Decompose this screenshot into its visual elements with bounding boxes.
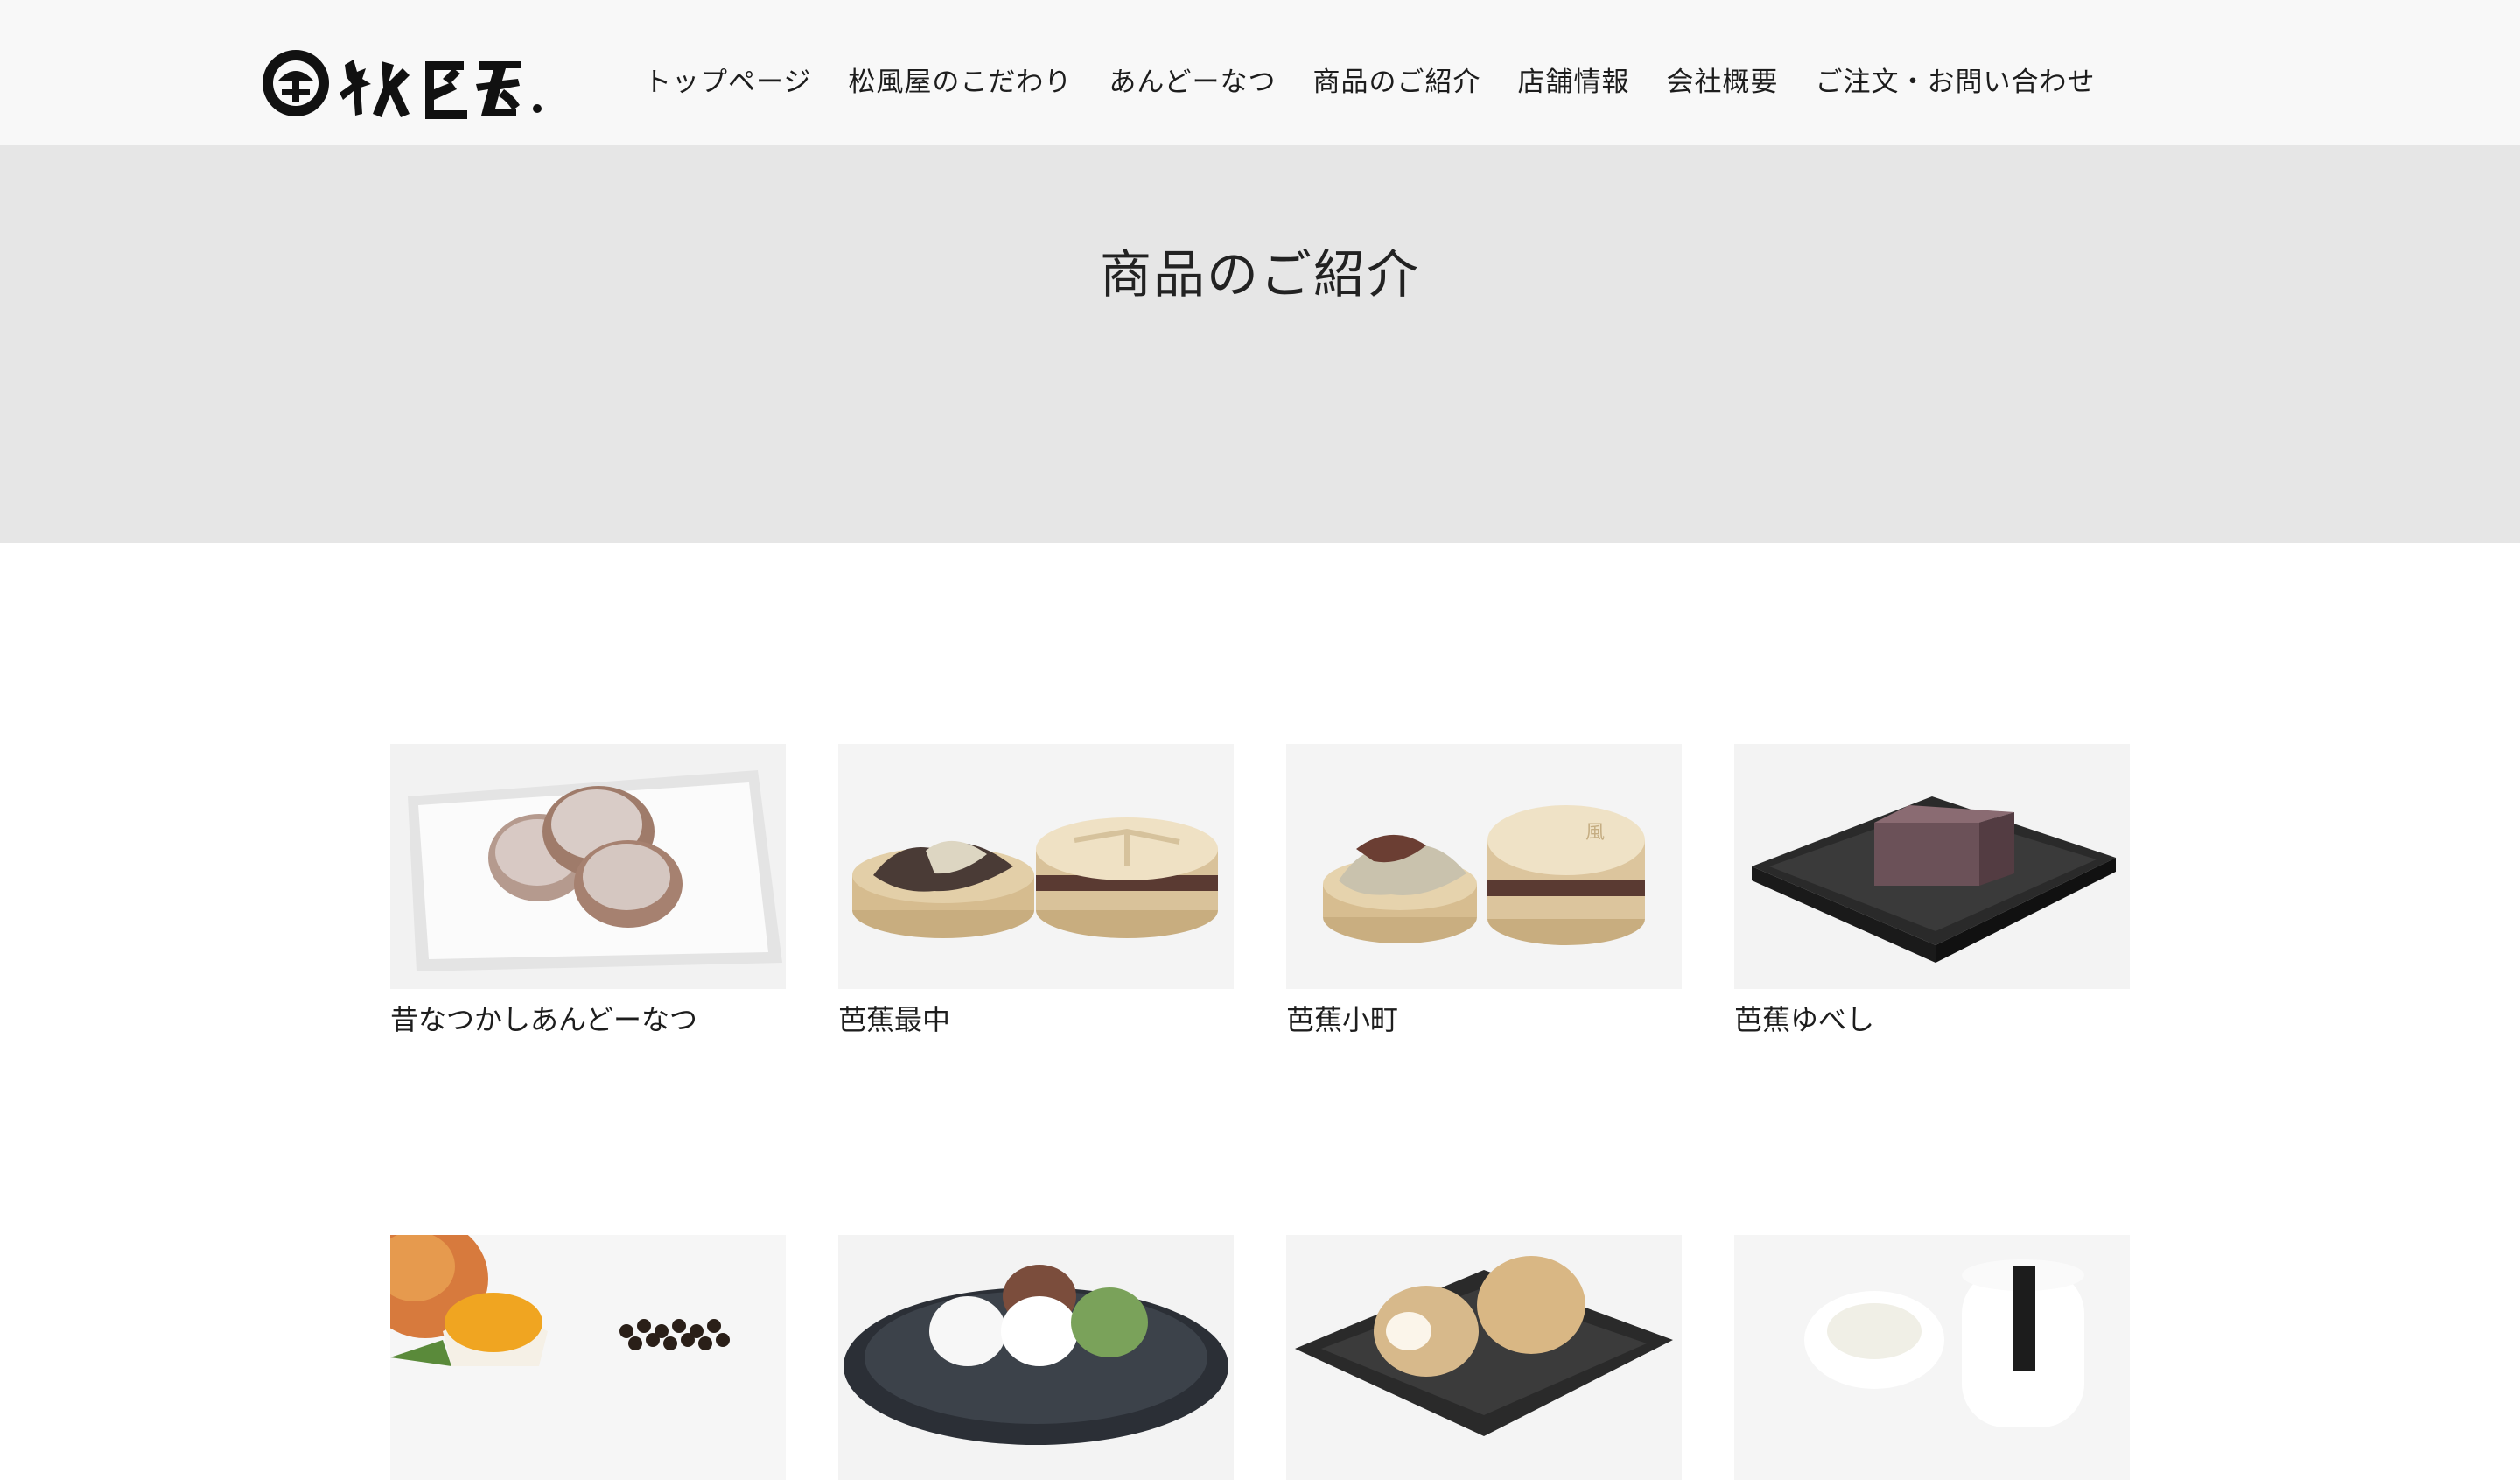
- svg-text:風: 風: [1586, 822, 1605, 844]
- nav-company[interactable]: 会社概要: [1666, 60, 1778, 99]
- nav-andonatsu[interactable]: あんどーなつ: [1109, 60, 1276, 99]
- product-name[interactable]: 芭蕉ゆべし: [1734, 998, 2130, 1038]
- nav-kodawari[interactable]: 松風屋のこだわり: [848, 60, 1072, 99]
- product-image-row2-4[interactable]: [1734, 1235, 2130, 1480]
- nav-top-page[interactable]: トップページ: [644, 60, 811, 99]
- site-logo[interactable]: [259, 46, 548, 121]
- product-card[interactable]: 風 芭蕉小町: [1286, 744, 1682, 1038]
- crest-icon: [262, 50, 329, 116]
- product-image-andonatsu[interactable]: [390, 744, 786, 989]
- page-title: 商品のご紹介: [1099, 244, 1420, 305]
- nav-products[interactable]: 商品のご紹介: [1312, 60, 1480, 99]
- page-hero: 商品のご紹介: [0, 145, 2520, 543]
- product-image-row2-1[interactable]: [390, 1235, 786, 1480]
- product-name[interactable]: 芭蕉小町: [1286, 998, 1682, 1038]
- product-card[interactable]: [1734, 1235, 2130, 1480]
- product-card[interactable]: [838, 1235, 1234, 1480]
- site-header: トップページ 松風屋のこだわり あんどーなつ 商品のご紹介 店舗情報 会社概要 …: [0, 0, 2520, 145]
- nav-store-info[interactable]: 店舗情報: [1517, 60, 1629, 99]
- product-image-basho-yubeshi[interactable]: [1734, 744, 2130, 989]
- product-image-basho-komachi[interactable]: 風: [1286, 744, 1682, 989]
- product-image-row2-3[interactable]: [1286, 1235, 1682, 1480]
- nav-order-contact[interactable]: ご注文・お問い合わせ: [1815, 60, 2095, 99]
- product-name[interactable]: 芭蕉最中: [838, 998, 1234, 1038]
- product-name[interactable]: 昔なつかしあんどーなつ: [390, 998, 786, 1038]
- logo-lettering: [340, 60, 542, 119]
- product-card[interactable]: 芭蕉ゆべし: [1734, 744, 2130, 1038]
- product-image-basho-monaka[interactable]: [838, 744, 1234, 989]
- main-nav: トップページ 松風屋のこだわり あんどーなつ 商品のご紹介 店舗情報 会社概要 …: [644, 54, 2095, 103]
- product-card[interactable]: [1286, 1235, 1682, 1480]
- product-card[interactable]: [390, 1235, 786, 1480]
- product-card[interactable]: 昔なつかしあんどーなつ: [390, 744, 786, 1038]
- product-grid: 昔なつかしあんどーなつ 芭蕉最中 風 芭蕉小町 芭蕉ゆべし: [390, 744, 2132, 1480]
- product-card[interactable]: 芭蕉最中: [838, 744, 1234, 1038]
- product-image-row2-2[interactable]: [838, 1235, 1234, 1480]
